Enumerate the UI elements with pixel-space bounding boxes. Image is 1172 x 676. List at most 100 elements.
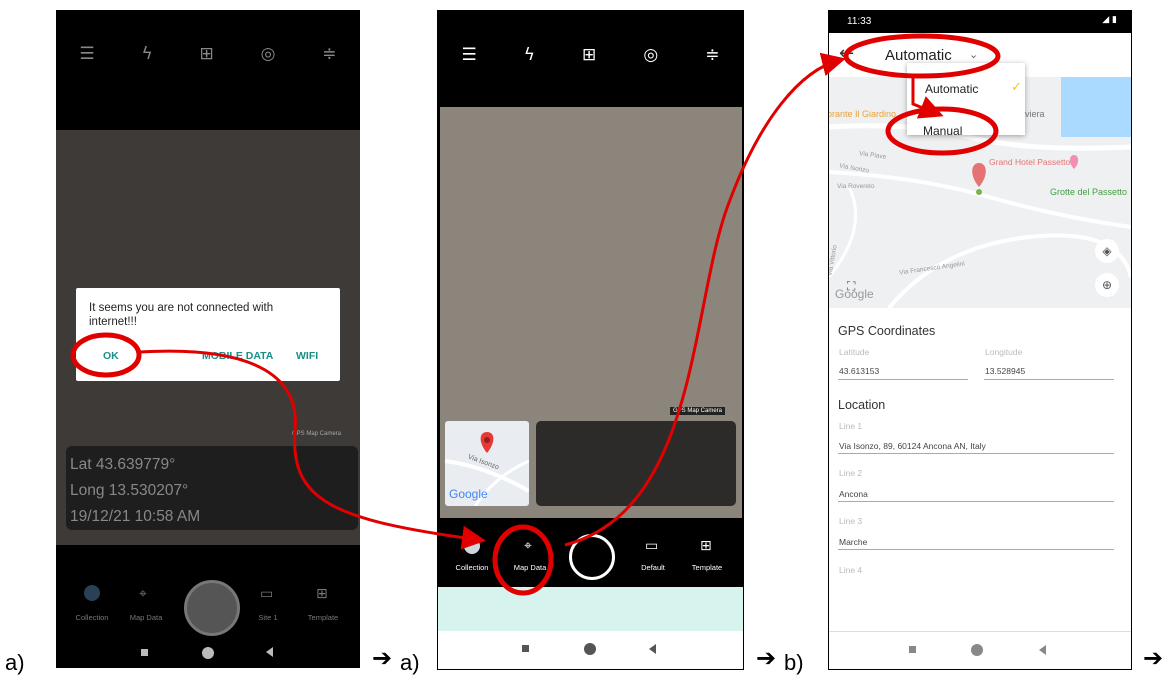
nav-collection[interactable]: Collection xyxy=(442,563,502,572)
status-bar: 11:33 ◢ ▮ xyxy=(829,11,1131,33)
android-navbar xyxy=(438,631,743,669)
step-label-a-2: a) xyxy=(400,650,420,675)
fullscreen-icon[interactable]: ⛶ xyxy=(847,279,855,294)
ok-button[interactable]: OK xyxy=(103,350,119,362)
back-icon[interactable] xyxy=(266,647,273,657)
template-grid-icon[interactable]: ⊞ xyxy=(700,538,712,554)
watermark: GPS Map Camera xyxy=(670,407,726,415)
flash-icon[interactable]: ϟ xyxy=(141,44,152,64)
line3-field[interactable]: Marche xyxy=(839,537,867,547)
menu-icon[interactable]: ☰ xyxy=(462,45,477,65)
map-pin-icon[interactable]: ⌖ xyxy=(524,538,532,554)
latitude-field[interactable]: 43.613153 xyxy=(839,366,879,376)
layers-icon[interactable]: ◈ xyxy=(1095,239,1119,263)
home-icon[interactable] xyxy=(971,644,983,656)
mobile-data-button[interactable]: MOBILE DATA xyxy=(202,350,273,362)
rotate-camera-icon[interactable]: ◎ xyxy=(261,44,276,64)
map-place-grotte: Grotte del Passetto xyxy=(1050,187,1128,197)
line1-underline xyxy=(838,453,1114,454)
screen-camera: ☰ ϟ ⊞ ◎ ≑ GPS Map Camera Via Isonzo Goog… xyxy=(437,10,744,670)
wifi-button[interactable]: WIFI xyxy=(296,350,318,362)
no-internet-dialog: It seems you are not connected with inte… xyxy=(76,288,340,381)
map-place-hotel: Grand Hotel Passetto xyxy=(989,157,1071,167)
datetime-text: 19/12/21 10:58 AM xyxy=(70,508,201,525)
screen-no-internet: ☰ ϟ ⊞ ◎ ≑ It seems you are not connected… xyxy=(56,10,360,668)
watermark: GPS Map Camera xyxy=(292,431,342,437)
check-icon: ✓ xyxy=(1011,80,1022,95)
step-arrow-1: ➔ xyxy=(372,644,393,672)
status-time: 11:33 xyxy=(847,16,872,27)
back-arrow-icon[interactable]: ← xyxy=(839,43,854,64)
folder-icon[interactable]: ▭ xyxy=(645,538,658,554)
map-thumbnail[interactable]: Via Isonzo Google xyxy=(445,421,529,506)
line4-label: Line 4 xyxy=(839,565,863,575)
step-arrow-3: ➔ xyxy=(1143,644,1164,672)
recent-apps-icon[interactable] xyxy=(909,646,916,653)
map-pin-icon[interactable]: ⌖ xyxy=(139,586,147,602)
status-icons: ◢ ▮ xyxy=(1102,15,1117,25)
shutter-button[interactable] xyxy=(184,580,240,636)
gps-info-overlay xyxy=(536,421,736,506)
location-section-title: Location xyxy=(838,398,886,412)
home-icon[interactable] xyxy=(584,643,596,655)
preview-strip xyxy=(438,587,743,637)
mode-menu: Automatic ✓ Manual xyxy=(907,63,1025,138)
recent-apps-icon[interactable] xyxy=(141,649,148,656)
latitude-text: Lat 43.639779° xyxy=(70,456,176,473)
step-label-b: b) xyxy=(784,650,804,675)
menu-item-manual[interactable]: Manual xyxy=(923,124,962,138)
home-icon[interactable] xyxy=(202,647,214,659)
menu-icon[interactable]: ☰ xyxy=(79,44,94,64)
step-label-a-1: a) xyxy=(5,650,25,675)
nav-site[interactable]: Site 1 xyxy=(238,613,298,622)
back-icon[interactable] xyxy=(1039,645,1046,655)
latitude-underline xyxy=(838,379,968,380)
line2-underline xyxy=(838,501,1114,502)
line2-field[interactable]: Ancona xyxy=(839,489,868,499)
nav-template[interactable]: Template xyxy=(293,613,353,622)
nav-map-data[interactable]: Map Data xyxy=(500,563,560,572)
latitude-label: Latitude xyxy=(839,347,870,357)
settings-sliders-icon[interactable]: ≑ xyxy=(705,45,719,65)
screen-location-settings: 11:33 ◢ ▮ orante Il Giardino viera Grand… xyxy=(828,10,1132,670)
map-street-rovereto: Via Rovereto xyxy=(837,183,875,190)
camera-toolbar: ☰ ϟ ⊞ ◎ ≑ xyxy=(438,45,743,65)
my-location-icon[interactable]: ⊕ xyxy=(1095,273,1119,297)
flash-icon[interactable]: ϟ xyxy=(524,45,535,65)
line1-label: Line 1 xyxy=(839,421,863,431)
longitude-field[interactable]: 13.528945 xyxy=(985,366,1025,376)
folder-icon[interactable]: ▭ xyxy=(260,586,273,602)
recent-apps-icon[interactable] xyxy=(522,645,529,652)
step-arrow-2: ➔ xyxy=(756,644,777,672)
gps-section-title: GPS Coordinates xyxy=(838,324,936,338)
android-navbar xyxy=(829,631,1131,669)
dialog-message: It seems you are not connected with inte… xyxy=(89,302,274,328)
template-grid-icon[interactable]: ⊞ xyxy=(316,586,328,602)
camera-toolbar: ☰ ϟ ⊞ ◎ ≑ xyxy=(56,44,360,64)
line2-label: Line 2 xyxy=(839,468,863,478)
longitude-label: Longitude xyxy=(985,347,1023,357)
line3-label: Line 3 xyxy=(839,516,863,526)
shutter-button[interactable] xyxy=(569,534,615,580)
google-logo: Google xyxy=(449,487,488,501)
back-icon[interactable] xyxy=(649,644,656,654)
gps-info-overlay: Lat 43.639779° Long 13.530207° 19/12/21 … xyxy=(66,446,358,530)
map-place-riviera: viera xyxy=(1025,109,1045,119)
add-file-icon[interactable]: ⊞ xyxy=(200,44,214,64)
collection-icon[interactable] xyxy=(464,538,480,554)
nav-default[interactable]: Default xyxy=(623,563,683,572)
longitude-underline xyxy=(984,379,1114,380)
nav-collection[interactable]: Collection xyxy=(62,613,122,622)
menu-item-automatic[interactable]: Automatic xyxy=(925,82,978,96)
longitude-text: Long 13.530207° xyxy=(70,482,189,499)
mode-dropdown[interactable]: Automatic xyxy=(885,47,952,64)
rotate-camera-icon[interactable]: ◎ xyxy=(643,45,658,65)
nav-map-data[interactable]: Map Data xyxy=(116,613,176,622)
settings-sliders-icon[interactable]: ≑ xyxy=(322,44,336,64)
chevron-down-icon[interactable]: ⌄ xyxy=(969,48,978,61)
line3-underline xyxy=(838,549,1114,550)
add-file-icon[interactable]: ⊞ xyxy=(582,45,596,65)
nav-template[interactable]: Template xyxy=(677,563,737,572)
line1-field[interactable]: Via Isonzo, 89, 60124 Ancona AN, Italy xyxy=(839,441,986,451)
collection-icon[interactable] xyxy=(84,585,100,601)
